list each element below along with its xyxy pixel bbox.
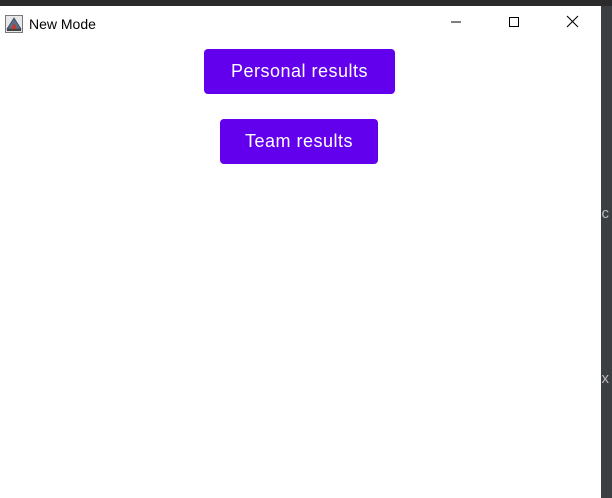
personal-results-button[interactable]: Personal results	[204, 49, 395, 94]
background-editor-text: x	[601, 370, 610, 387]
java-app-icon	[5, 14, 23, 33]
window-controls	[427, 6, 601, 41]
desktop-background: c x New Mode Personal results Team resul…	[0, 0, 612, 498]
app-window: New Mode Personal results Team results	[0, 6, 601, 498]
close-button[interactable]	[543, 6, 601, 41]
team-results-button[interactable]: Team results	[220, 119, 378, 164]
minimize-icon	[450, 15, 462, 33]
window-content: Personal results Team results	[0, 41, 601, 498]
background-editor-text: c	[601, 205, 610, 222]
minimize-button[interactable]	[427, 6, 485, 41]
maximize-icon	[508, 15, 520, 33]
window-titlebar[interactable]: New Mode	[0, 6, 601, 41]
maximize-button[interactable]	[485, 6, 543, 41]
window-title: New Mode	[29, 15, 96, 32]
close-icon	[566, 15, 579, 33]
